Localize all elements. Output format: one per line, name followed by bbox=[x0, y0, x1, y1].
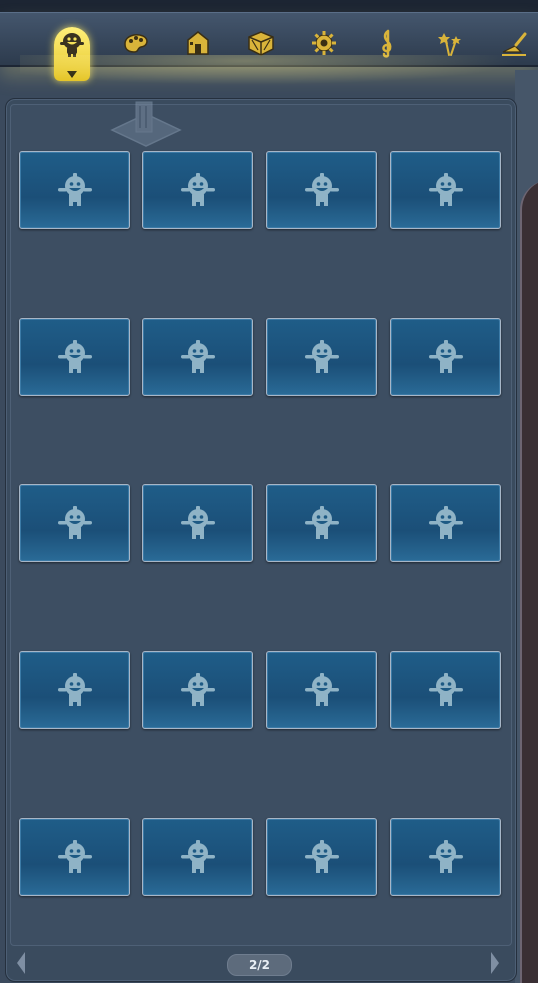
item-slot[interactable] bbox=[390, 318, 501, 396]
character-placeholder-icon bbox=[304, 840, 339, 873]
item-slot[interactable] bbox=[390, 151, 501, 229]
item-slot[interactable] bbox=[266, 818, 377, 896]
treble-clef-icon bbox=[382, 29, 392, 58]
trowel-icon bbox=[502, 32, 527, 56]
palette-icon bbox=[124, 34, 148, 53]
previous-page-icon[interactable] bbox=[14, 950, 28, 976]
item-slot[interactable] bbox=[142, 318, 253, 396]
tab-effects[interactable] bbox=[430, 23, 470, 63]
item-slot[interactable] bbox=[19, 151, 130, 229]
character-placeholder-icon bbox=[304, 506, 339, 539]
item-slot[interactable] bbox=[390, 818, 501, 896]
character-placeholder-icon bbox=[428, 840, 463, 873]
character-placeholder-icon bbox=[57, 173, 92, 206]
building-icon bbox=[187, 31, 209, 55]
character-placeholder-icon bbox=[428, 673, 463, 706]
item-slot[interactable] bbox=[19, 651, 130, 729]
item-slot[interactable] bbox=[142, 151, 253, 229]
platform-icon bbox=[110, 101, 182, 147]
tab-buildings[interactable] bbox=[178, 23, 218, 63]
character-placeholder-icon bbox=[180, 673, 215, 706]
character-placeholder-icon bbox=[428, 340, 463, 373]
character-placeholder-icon bbox=[428, 506, 463, 539]
character-icon bbox=[60, 33, 84, 57]
item-slot[interactable] bbox=[142, 818, 253, 896]
chevron-down-icon bbox=[67, 71, 77, 78]
character-placeholder-icon bbox=[180, 340, 215, 373]
tab-paint[interactable] bbox=[116, 23, 156, 63]
character-placeholder-icon bbox=[180, 173, 215, 206]
character-placeholder-icon bbox=[57, 506, 92, 539]
category-toolbar bbox=[0, 12, 538, 81]
item-slot[interactable] bbox=[266, 151, 377, 229]
tab-characters[interactable] bbox=[54, 27, 90, 81]
item-slot[interactable] bbox=[19, 318, 130, 396]
item-slot[interactable] bbox=[390, 651, 501, 729]
character-placeholder-icon bbox=[180, 506, 215, 539]
side-frame bbox=[520, 180, 538, 983]
item-slot[interactable] bbox=[390, 484, 501, 562]
character-placeholder-icon bbox=[180, 840, 215, 873]
item-slot[interactable] bbox=[19, 818, 130, 896]
character-placeholder-icon bbox=[304, 673, 339, 706]
item-slot[interactable] bbox=[142, 651, 253, 729]
character-placeholder-icon bbox=[57, 340, 92, 373]
tab-music[interactable] bbox=[367, 23, 407, 63]
fireworks-icon bbox=[438, 33, 461, 56]
page-indicator: 2/2 bbox=[227, 954, 292, 976]
character-placeholder-icon bbox=[57, 840, 92, 873]
item-slot[interactable] bbox=[266, 318, 377, 396]
tab-settings[interactable] bbox=[304, 23, 344, 63]
item-slot[interactable] bbox=[266, 484, 377, 562]
gear-icon bbox=[312, 31, 336, 55]
character-placeholder-icon bbox=[304, 340, 339, 373]
character-placeholder-icon bbox=[428, 173, 463, 206]
top-band bbox=[0, 0, 538, 12]
character-placeholder-icon bbox=[57, 673, 92, 706]
item-slot[interactable] bbox=[142, 484, 253, 562]
item-slot[interactable] bbox=[19, 484, 130, 562]
tab-objects[interactable] bbox=[241, 23, 281, 63]
next-page-icon[interactable] bbox=[488, 950, 502, 976]
crate-icon bbox=[248, 31, 274, 56]
tab-tools[interactable] bbox=[494, 23, 534, 63]
character-placeholder-icon bbox=[304, 173, 339, 206]
item-slot[interactable] bbox=[266, 651, 377, 729]
